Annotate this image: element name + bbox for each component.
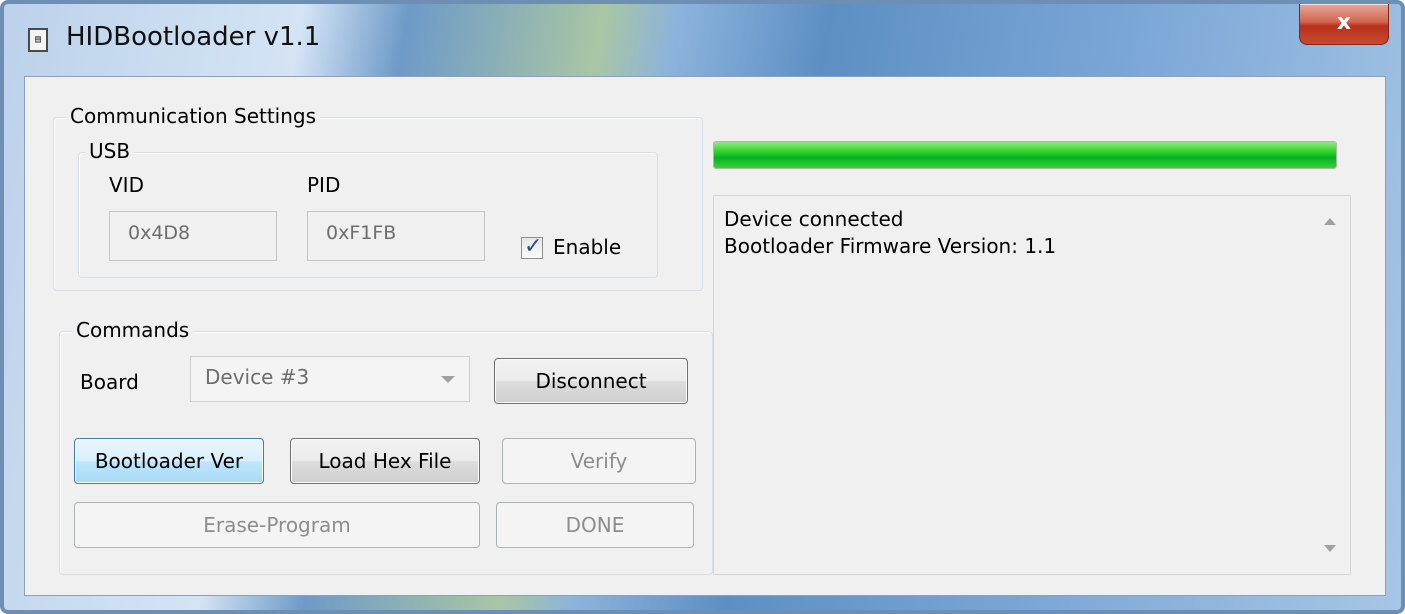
document-icon[interactable]: ▤ xyxy=(28,28,48,52)
checkmark-icon: ✓ xyxy=(524,234,543,259)
scroll-up-icon[interactable] xyxy=(1324,218,1336,225)
log-output[interactable]: Device connected Bootloader Firmware Ver… xyxy=(713,195,1351,575)
close-button[interactable]: x xyxy=(1299,4,1389,45)
commands-group: Commands Board Device #3 Disconnect Boot… xyxy=(59,318,713,575)
load-hex-file-button[interactable]: Load Hex File xyxy=(290,438,480,484)
log-line: Device connected xyxy=(724,207,904,231)
communication-settings-label: Communication Settings xyxy=(66,104,321,128)
app-window: ▤ HIDBootloader v1.1 x Communication Set… xyxy=(0,0,1405,614)
title-bar[interactable]: ▤ HIDBootloader v1.1 x xyxy=(4,4,1401,68)
log-text: Device connected Bootloader Firmware Ver… xyxy=(724,206,1056,260)
vid-label: VID xyxy=(109,173,144,197)
board-label: Board xyxy=(80,370,139,394)
progress-fill xyxy=(714,142,1336,168)
window-title: HIDBootloader v1.1 xyxy=(66,22,321,52)
done-button[interactable]: DONE xyxy=(496,502,694,548)
progress-bar xyxy=(713,141,1337,169)
enable-label: Enable xyxy=(553,235,622,259)
usb-label: USB xyxy=(85,139,135,163)
commands-label: Commands xyxy=(72,318,194,342)
disconnect-button[interactable]: Disconnect xyxy=(494,358,688,404)
client-area: Communication Settings USB VID PID 0x4D8… xyxy=(24,76,1386,596)
vid-field[interactable]: 0x4D8 xyxy=(109,211,277,261)
bootloader-ver-button[interactable]: Bootloader Ver xyxy=(74,438,264,484)
verify-button[interactable]: Verify xyxy=(502,438,696,484)
pid-field[interactable]: 0xF1FB xyxy=(307,211,485,261)
board-select-value: Device #3 xyxy=(205,365,310,389)
chevron-down-icon xyxy=(441,376,455,383)
log-line: Bootloader Firmware Version: 1.1 xyxy=(724,234,1057,258)
board-select[interactable]: Device #3 xyxy=(190,356,470,402)
scroll-down-icon[interactable] xyxy=(1324,545,1336,552)
usb-group: USB VID PID 0x4D8 0xF1FB ✓ Enable xyxy=(78,139,658,278)
erase-program-button[interactable]: Erase-Program xyxy=(74,502,480,548)
enable-checkbox[interactable]: ✓ xyxy=(521,234,543,259)
pid-label: PID xyxy=(307,173,341,197)
communication-settings-group: Communication Settings USB VID PID 0x4D8… xyxy=(53,104,703,291)
